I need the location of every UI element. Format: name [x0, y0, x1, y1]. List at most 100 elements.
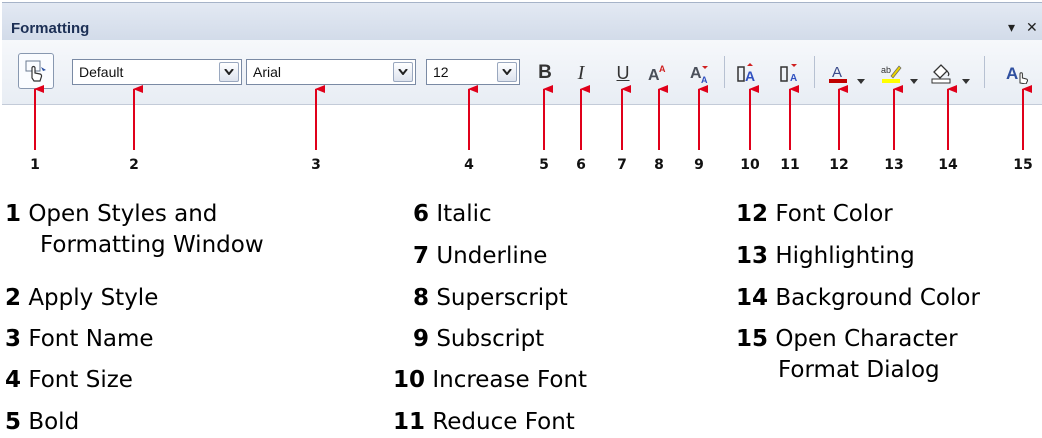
- legend-label: Font Name: [28, 326, 154, 352]
- toolbar-separator: [814, 56, 815, 88]
- highlighting-chevron-down-icon[interactable]: [910, 70, 918, 84]
- legend-label-continued: Format Dialog: [778, 357, 940, 383]
- toolbar-buttons-row: Default Arial 12 B I U A A A A A A A ab …: [2, 40, 1042, 105]
- legend-number: 4: [5, 367, 22, 393]
- legend-label: Bold: [28, 409, 80, 435]
- legend-label: Increase Font: [432, 367, 588, 393]
- toolbar-separator: [724, 56, 725, 88]
- legend-item: 6 Italic: [413, 199, 492, 230]
- legend-item: 15 Open Character Format Dialog: [736, 324, 958, 386]
- apply-style-combo[interactable]: Default: [72, 59, 242, 85]
- legend-item: 11 Reduce Font: [393, 407, 575, 438]
- legend-number: 7: [413, 243, 430, 269]
- legend-label: Open Styles and: [28, 201, 218, 227]
- legend-label: Highlighting: [775, 243, 915, 269]
- legend-label: Font Size: [28, 367, 133, 393]
- callout-number: 8: [654, 157, 664, 173]
- subscript-icon: A A: [690, 65, 708, 85]
- close-icon[interactable]: ✕: [1026, 20, 1038, 36]
- paint-bucket-icon: [931, 64, 951, 84]
- legend-number: 10: [393, 367, 426, 393]
- legend-label: Open Character: [775, 326, 958, 352]
- background-color-chevron-down-icon[interactable]: [962, 70, 970, 84]
- legend-number: 6: [413, 201, 430, 227]
- callout-number: 15: [1013, 157, 1033, 173]
- svg-text:A: A: [701, 75, 708, 84]
- superscript-button[interactable]: A A: [647, 62, 669, 84]
- legend-item: 14 Background Color: [736, 283, 980, 314]
- svg-text:A: A: [1006, 64, 1018, 83]
- callout-number: 7: [617, 157, 627, 173]
- background-color-button[interactable]: [930, 62, 952, 84]
- legend-number: 5: [5, 409, 22, 435]
- legend-item: 2 Apply Style: [5, 283, 158, 314]
- legend-item: 5 Bold: [5, 407, 79, 438]
- callout-number: 14: [938, 157, 958, 173]
- font-name-value: Arial: [253, 64, 282, 80]
- svg-text:ab: ab: [881, 65, 891, 75]
- legend-item: 3 Font Name: [5, 324, 154, 355]
- italic-button[interactable]: I: [570, 62, 592, 84]
- chevron-down-icon[interactable]: [219, 62, 239, 82]
- callout-number: 10: [740, 157, 760, 173]
- toolbar-title-bar: Formatting ▾ ✕: [2, 2, 1042, 41]
- legend-number: 8: [413, 285, 430, 311]
- styles-formatting-button[interactable]: [18, 53, 54, 89]
- toolbar-title: Formatting: [11, 20, 90, 37]
- legend-label: Superscript: [436, 285, 568, 311]
- legend-number: 12: [736, 201, 769, 227]
- increase-font-icon: A: [737, 63, 755, 84]
- callout-number: 2: [129, 157, 139, 173]
- apply-style-value: Default: [79, 64, 124, 80]
- character-hand-icon: A: [1006, 64, 1028, 85]
- font-name-combo[interactable]: Arial: [246, 59, 416, 85]
- underline-button[interactable]: U: [612, 62, 634, 84]
- legend: 1 Open Styles and Formatting Window 2 Ap…: [0, 196, 1042, 437]
- superscript-icon: A A: [648, 64, 666, 84]
- callout-number: 3: [311, 157, 321, 173]
- svg-text:A: A: [790, 73, 797, 84]
- font-size-value: 12: [433, 64, 449, 80]
- styles-hand-icon: [25, 60, 46, 82]
- svg-text:A: A: [745, 68, 755, 84]
- reduce-font-button[interactable]: A: [780, 62, 802, 84]
- legend-number: 14: [736, 285, 769, 311]
- callout-number: 4: [464, 157, 474, 173]
- legend-number: 3: [5, 326, 22, 352]
- callout-number: 5: [539, 157, 549, 173]
- font-color-chevron-down-icon[interactable]: [857, 70, 865, 84]
- legend-number: 1: [5, 201, 22, 227]
- legend-item: 4 Font Size: [5, 365, 133, 396]
- chevron-down-icon[interactable]: [393, 62, 413, 82]
- callout-number: 6: [576, 157, 586, 173]
- legend-label: Font Color: [775, 201, 893, 227]
- callout-number: 1: [30, 157, 40, 173]
- callout-number: 13: [884, 157, 904, 173]
- svg-text:A: A: [832, 64, 842, 81]
- font-size-combo[interactable]: 12: [426, 59, 520, 85]
- legend-item: 10 Increase Font: [393, 365, 587, 396]
- legend-number: 2: [5, 285, 22, 311]
- toolbar-menu-icon[interactable]: ▾: [1008, 20, 1015, 36]
- subscript-button[interactable]: A A: [689, 62, 711, 85]
- legend-item: 13 Highlighting: [736, 241, 915, 272]
- legend-number: 13: [736, 243, 769, 269]
- bold-button[interactable]: B: [534, 62, 556, 84]
- increase-font-button[interactable]: A: [737, 62, 759, 84]
- legend-item: 8 Superscript: [413, 283, 568, 314]
- legend-item: 7 Underline: [413, 241, 547, 272]
- svg-text:A: A: [659, 64, 666, 74]
- reduce-font-icon: A: [780, 64, 797, 84]
- legend-number: 11: [393, 409, 426, 435]
- highlighter-icon: ab: [881, 65, 902, 83]
- legend-label: Italic: [436, 201, 492, 227]
- character-dialog-button[interactable]: A: [1006, 62, 1028, 85]
- chevron-down-icon[interactable]: [497, 62, 517, 82]
- legend-label: Background Color: [775, 285, 980, 311]
- highlighting-button[interactable]: ab: [880, 62, 902, 84]
- legend-number: 9: [413, 326, 430, 352]
- legend-item: 9 Subscript: [413, 324, 544, 355]
- font-color-button[interactable]: A: [827, 62, 849, 84]
- legend-item: 12 Font Color: [736, 199, 893, 230]
- legend-label: Apply Style: [28, 285, 159, 311]
